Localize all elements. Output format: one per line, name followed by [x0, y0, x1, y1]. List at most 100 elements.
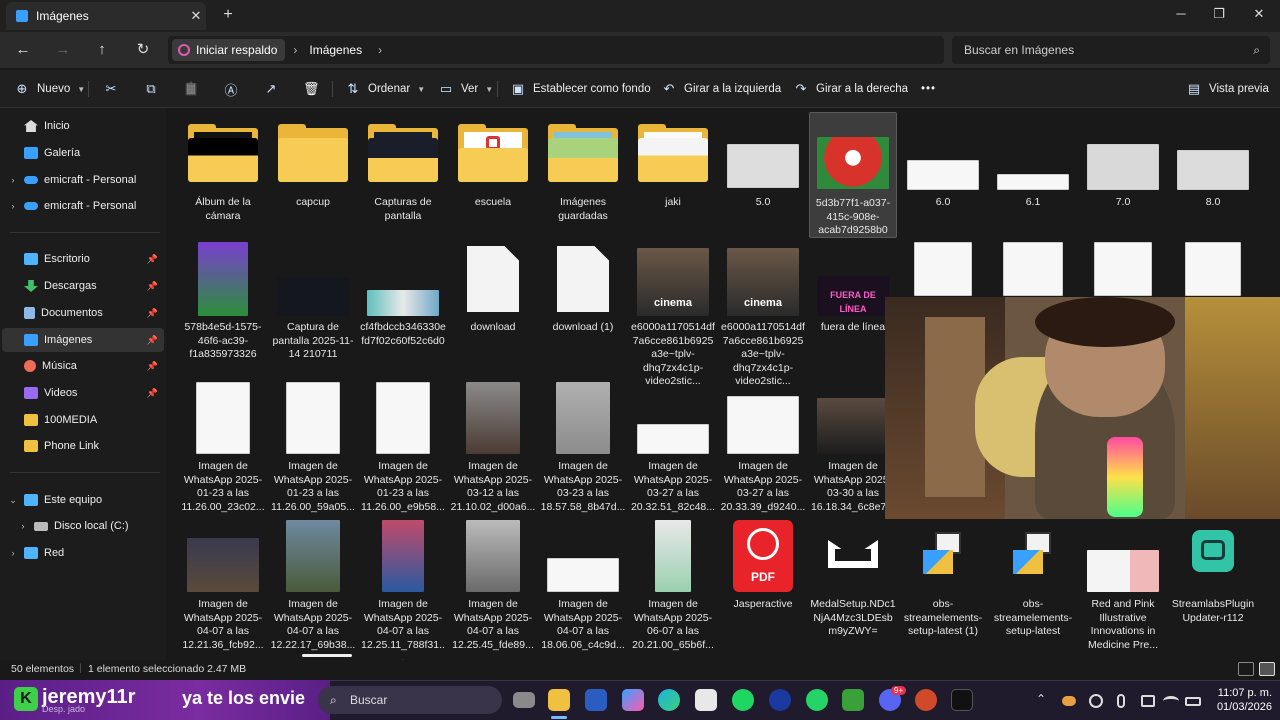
app-icon[interactable]	[915, 689, 937, 711]
file-item-installer[interactable]: StreamlabsPluginUpdater-r112	[1170, 516, 1256, 656]
sidebar-item-red[interactable]: › Red	[2, 541, 164, 565]
file-item-image[interactable]: Imagen de WhatsApp 2025-03-27 a las 20.3…	[720, 378, 806, 514]
file-item-image[interactable]: cinema e6000a1170514df7a6cce861b6925a3e~…	[630, 238, 716, 387]
file-item-image[interactable]: cf4fbdccb346330efd7f02c60f52c6d0	[360, 238, 446, 374]
file-item-image[interactable]: 578b4e5d-1575-46f6-ac39-f1a835973326	[180, 238, 266, 374]
file-item-folder[interactable]: Capturas de pantalla	[360, 114, 446, 232]
taskbar-search[interactable]: ⌕ Buscar	[318, 686, 502, 714]
whatsapp-icon[interactable]	[806, 689, 828, 711]
obs-icon[interactable]	[769, 689, 791, 711]
file-item-image[interactable]: Imagen de WhatsApp 2025-04-07 a las 12.2…	[360, 516, 446, 660]
rotate-right-button[interactable]: ↷ Girar a la derecha	[793, 80, 909, 98]
expanded-icon[interactable]: ⌄	[2, 495, 24, 506]
expand-icon[interactable]: ›	[2, 201, 24, 211]
pin-icon[interactable]: 📌	[147, 388, 158, 399]
file-item-pdf[interactable]: Red and Pink Illustrative Innovations in…	[1080, 516, 1166, 656]
forward-button[interactable]: →	[51, 39, 75, 63]
share-button[interactable]: ↗	[263, 80, 279, 98]
file-item-image[interactable]	[900, 238, 986, 298]
pin-icon[interactable]: 📌	[147, 254, 158, 265]
set-background-button[interactable]: ▣ Establecer como fondo	[510, 80, 651, 98]
expand-icon[interactable]: ›	[2, 175, 24, 185]
copy-button[interactable]: ⧉	[143, 80, 159, 98]
file-item-image[interactable]: 7.0	[1080, 114, 1166, 232]
file-item-folder[interactable]: capcup	[270, 114, 356, 232]
more-options-button[interactable]: •••	[921, 80, 936, 98]
file-item-image[interactable]: 6.1	[990, 114, 1076, 232]
search-input[interactable]: Buscar en Imágenes ⌕	[952, 36, 1270, 64]
pin-icon[interactable]: 📌	[147, 281, 158, 292]
sidebar-item-onedrive-2[interactable]: › emicraft - Personal	[2, 194, 164, 218]
file-item-folder[interactable]: Álbum de la cámara	[180, 114, 266, 232]
view-button[interactable]: ▭ Ver ▼	[438, 80, 493, 98]
rename-button[interactable]: Ⓐ	[223, 80, 239, 98]
pin-icon[interactable]: 📌	[147, 361, 158, 372]
minimize-button[interactable]: ─	[1166, 4, 1196, 26]
tiktok-icon[interactable]	[951, 689, 973, 711]
file-explorer-icon[interactable]	[548, 689, 570, 711]
file-item-image[interactable]: Imagen de WhatsApp 2025-03-30 a las 16.1…	[810, 378, 896, 514]
new-tab-button[interactable]: +	[218, 6, 238, 26]
file-item-image[interactable]: Imagen de WhatsApp 2025-03-12 a las 21.1…	[450, 378, 536, 514]
copilot-icon[interactable]	[622, 689, 644, 711]
file-item-image[interactable]	[990, 238, 1076, 298]
file-item-image[interactable]: Imagen de WhatsApp 2025-04-07 a las 12.2…	[270, 516, 356, 656]
sidebar-item-descargas[interactable]: Descargas 📌	[2, 274, 164, 298]
file-item-pdf[interactable]: PDF Jasperactive	[720, 516, 806, 656]
minecraft-icon[interactable]	[842, 689, 864, 711]
up-button[interactable]: ↑	[90, 39, 114, 63]
breadcrumb-backup[interactable]: Iniciar respaldo	[172, 39, 286, 61]
close-window-button[interactable]: ✕	[1244, 4, 1274, 26]
tab-imagenes[interactable]: Imágenes ✕	[6, 2, 206, 30]
file-item-image[interactable]: Imagen de WhatsApp 2025-03-23 a las 18.5…	[540, 378, 626, 514]
spotify-icon[interactable]	[732, 689, 754, 711]
file-item-folder[interactable]: escuela	[450, 114, 536, 232]
cloud-tray-icon[interactable]	[1062, 696, 1076, 706]
maximize-button[interactable]: ❐	[1204, 4, 1234, 26]
chevron-right-icon[interactable]: ›	[293, 43, 297, 57]
sidebar-item-disco-local[interactable]: › Disco local (C:)	[12, 514, 174, 538]
battery-icon[interactable]	[1185, 697, 1201, 706]
file-item-image[interactable]: Imagen de WhatsApp 2025-01-23 a las 11.2…	[270, 378, 356, 514]
breadcrumb[interactable]: Iniciar respaldo › Imágenes ›	[168, 36, 944, 64]
large-icons-view-button[interactable]	[1259, 662, 1275, 676]
file-item-image[interactable]: Imagen de WhatsApp 2025-04-07 a las 12.2…	[180, 516, 266, 656]
file-item-installer[interactable]: obs-streamelements-setup-latest (1)	[900, 516, 986, 656]
file-item-image[interactable]: Imagen de WhatsApp 2025-04-07 a las 12.2…	[450, 516, 536, 656]
sidebar-item-phone-link[interactable]: Phone Link	[2, 434, 164, 458]
file-item-installer[interactable]: obs-streamelements-setup-latest	[990, 516, 1076, 656]
sidebar-item-onedrive-1[interactable]: › emicraft - Personal	[2, 168, 164, 192]
file-item-image[interactable]: Imagen de WhatsApp 2025-04-07 a las 18.0…	[540, 516, 626, 656]
edge-icon[interactable]	[658, 689, 680, 711]
details-view-button[interactable]	[1238, 662, 1254, 676]
sidebar-item-inicio[interactable]: Inicio	[2, 114, 164, 138]
sync-icon[interactable]	[1089, 694, 1103, 708]
breadcrumb-imagenes[interactable]: Imágenes	[309, 43, 362, 57]
file-item-image[interactable]: Captura de pantalla 2025-11-14 210711	[270, 238, 356, 374]
refresh-button[interactable]: ↻	[131, 39, 155, 63]
file-item-image[interactable]: 5.0	[720, 114, 806, 232]
task-view-icon[interactable]	[513, 692, 535, 708]
file-item-image[interactable]: Imagen de WhatsApp 2025-06-07 a las 20.2…	[630, 516, 716, 656]
tray-overflow-icon[interactable]: ⌃	[1036, 692, 1046, 706]
file-item-image[interactable]: Imagen de WhatsApp 2025-01-23 a las 11.2…	[180, 378, 266, 514]
file-item-image-selected[interactable]: 5d3b77f1-a037-415c-908e-acab7d9258b0	[809, 112, 897, 238]
file-item-folder[interactable]: Imágenes guardadas	[540, 114, 626, 232]
paste-button[interactable]: 📋	[183, 80, 199, 98]
taskbar-clock[interactable]: 11:07 p. m. 01/03/2026	[1200, 686, 1272, 714]
sidebar-item-documentos[interactable]: Documentos 📌	[2, 301, 164, 325]
wifi-icon[interactable]	[1163, 696, 1179, 706]
display-icon[interactable]	[1141, 695, 1155, 707]
file-item-image[interactable]	[1080, 238, 1166, 298]
sidebar-item-musica[interactable]: Música 📌	[2, 354, 164, 378]
file-item-generic[interactable]: download	[450, 238, 536, 374]
file-item-image[interactable]	[1170, 238, 1256, 298]
sidebar-item-escritorio[interactable]: Escritorio 📌	[2, 247, 164, 271]
cut-button[interactable]: ✂	[103, 80, 119, 98]
sort-button[interactable]: ⇅ Ordenar ▼	[345, 80, 426, 98]
file-item-image[interactable]: Imagen de WhatsApp 2025-01-23 a las 11.2…	[360, 378, 446, 514]
expand-icon[interactable]: ›	[12, 521, 34, 531]
sidebar-item-este-equipo[interactable]: ⌄ Este equipo	[2, 488, 164, 512]
sidebar-item-videos[interactable]: Videos 📌	[2, 381, 164, 405]
file-item-folder[interactable]: jaki	[630, 114, 716, 232]
